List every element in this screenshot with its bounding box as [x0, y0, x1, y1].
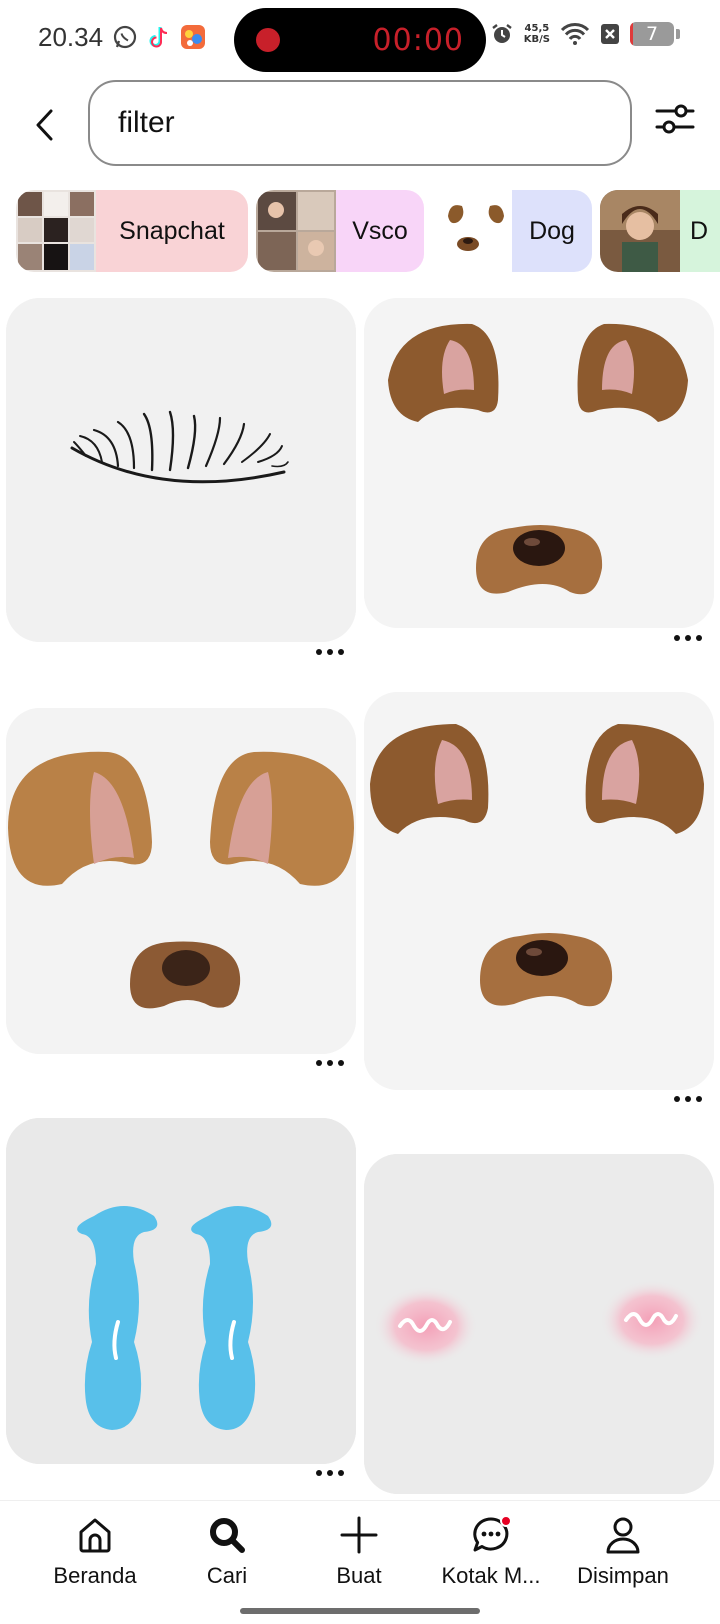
nav-label: Disimpan	[577, 1563, 669, 1588]
pin-more-button[interactable]	[668, 1088, 708, 1110]
chip-thumbnail	[256, 190, 336, 272]
network-speed: 45,5 KB/S	[524, 23, 550, 45]
nav-label: Buat	[336, 1563, 382, 1588]
nav-item-home[interactable]: Beranda	[30, 1515, 160, 1595]
pin-card[interactable]	[6, 298, 356, 642]
plus-icon	[340, 1516, 378, 1554]
dog-filter-image	[6, 708, 356, 1054]
alarm-icon	[492, 24, 512, 43]
chip-vsco[interactable]: Vsco	[256, 190, 424, 272]
dog-filter-image	[364, 692, 714, 1090]
chip-d[interactable]: D	[600, 190, 720, 272]
status-app-icons	[112, 24, 206, 50]
pin-more-button[interactable]	[310, 1052, 350, 1074]
collage-thumbnail-icon	[256, 190, 336, 272]
chip-dog[interactable]: Dog	[432, 190, 592, 272]
bottom-navigation: Beranda Cari Buat Kotak M... Disimpan	[0, 1500, 720, 1624]
chip-label: Snapchat	[96, 190, 248, 272]
chip-thumbnail	[432, 190, 512, 272]
nav-item-search[interactable]: Cari	[162, 1515, 292, 1595]
eyelashes-image	[6, 298, 356, 642]
chip-label: D	[680, 190, 720, 272]
recording-timer: 00:00	[372, 23, 464, 58]
back-button[interactable]	[22, 98, 66, 152]
profile-icon	[606, 1517, 640, 1554]
chip-snapchat[interactable]: Snapchat	[16, 190, 248, 272]
dog-filter-image	[364, 298, 714, 628]
pin-grid	[0, 296, 720, 1496]
collage-thumbnail-icon	[16, 190, 96, 272]
battery-level: 7	[645, 23, 659, 45]
tiktok-icon	[149, 27, 168, 48]
home-icon	[79, 1518, 111, 1553]
portrait-thumbnail-icon	[600, 190, 680, 272]
wifi-icon	[560, 23, 590, 45]
game-app-icon	[181, 25, 205, 49]
status-right-icons: 45,5 KB/S 7	[490, 22, 680, 46]
nav-item-inbox[interactable]: Kotak M...	[426, 1515, 556, 1595]
notification-dot	[500, 1515, 512, 1527]
pin-more-button[interactable]	[310, 1462, 350, 1484]
status-bar: 20.34 00:00 45,5 KB/S 7	[0, 0, 720, 76]
search-icon	[210, 1518, 245, 1553]
record-icon	[256, 28, 280, 52]
battery-cap	[676, 29, 680, 39]
pin-card[interactable]	[364, 298, 714, 628]
pin-more-button[interactable]	[668, 627, 708, 649]
pin-card[interactable]	[6, 708, 356, 1054]
pin-card[interactable]	[364, 1154, 714, 1494]
sim-off-icon	[601, 24, 619, 44]
nav-label: Cari	[206, 1563, 248, 1588]
suggestion-chips: Snapchat Vsco Dog D	[16, 190, 720, 272]
pin-card[interactable]	[364, 692, 714, 1090]
battery-icon: 7	[630, 22, 674, 46]
chip-thumbnail	[600, 190, 680, 272]
nav-label: Kotak M...	[441, 1563, 541, 1588]
dog-filter-thumbnail-icon	[432, 190, 512, 272]
filter-button[interactable]	[652, 96, 698, 142]
nav-label: Beranda	[53, 1563, 137, 1588]
chip-label: Dog	[512, 190, 592, 272]
net-speed-value: 45,5	[524, 23, 550, 34]
tears-image	[6, 1118, 356, 1464]
chip-thumbnail	[16, 190, 96, 272]
nav-item-create[interactable]: Buat	[294, 1515, 424, 1595]
net-speed-unit: KB/S	[523, 34, 550, 45]
home-indicator[interactable]	[240, 1608, 480, 1614]
sliders-icon	[655, 104, 695, 134]
search-input[interactable]	[118, 106, 598, 140]
screen-recorder-pill[interactable]: 00:00	[234, 8, 486, 72]
whatsapp-icon	[113, 25, 137, 49]
chip-label: Vsco	[336, 190, 424, 272]
chevron-left-icon	[36, 109, 53, 141]
blush-image	[364, 1154, 714, 1494]
status-time: 20.34	[38, 22, 104, 52]
nav-item-saved[interactable]: Disimpan	[558, 1515, 688, 1595]
search-box[interactable]	[88, 80, 632, 166]
pin-card[interactable]	[6, 1118, 356, 1464]
pin-more-button[interactable]	[310, 641, 350, 663]
